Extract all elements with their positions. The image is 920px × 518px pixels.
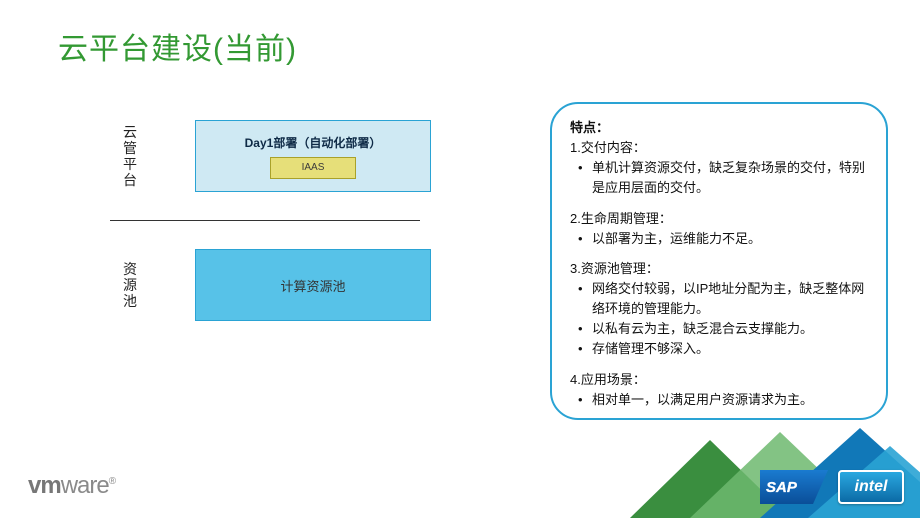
day1-deploy-box: Day1部署（自动化部署） IAAS bbox=[195, 120, 431, 192]
list-item: 以部署为主，运维能力不足。 bbox=[570, 229, 872, 249]
separator-line bbox=[110, 220, 420, 221]
list-item: 相对单一，以满足用户资源请求为主。 bbox=[570, 390, 872, 410]
resource-pool-row: 资源池 计算资源池 bbox=[120, 249, 460, 321]
features-heading: 特点： bbox=[570, 118, 872, 138]
sec3-title: 3.资源池管理： bbox=[570, 259, 872, 279]
features-panel: 特点： 1.交付内容： 单机计算资源交付，缺乏复杂场景的交付，特别是应用层面的交… bbox=[550, 102, 888, 420]
sec2-list: 以部署为主，运维能力不足。 bbox=[570, 229, 872, 249]
sec1-list: 单机计算资源交付，缺乏复杂场景的交付，特别是应用层面的交付。 bbox=[570, 158, 872, 198]
cloud-mgmt-row: 云管平台 Day1部署（自动化部署） IAAS bbox=[120, 120, 460, 192]
slide: { "title": "云平台建设(当前)", "diagram": { "se… bbox=[0, 0, 920, 518]
vmware-logo: vmware® bbox=[28, 472, 115, 500]
intel-logo: intel bbox=[838, 470, 904, 504]
page-title: 云平台建设(当前) bbox=[58, 24, 297, 68]
compute-pool-box: 计算资源池 bbox=[195, 249, 431, 321]
sec4-title: 4.应用场景： bbox=[570, 370, 872, 390]
list-item: 存储管理不够深入。 bbox=[570, 339, 872, 359]
iaas-box: IAAS bbox=[270, 157, 356, 179]
sec2-title: 2.生命周期管理： bbox=[570, 209, 872, 229]
day1-deploy-title: Day1部署（自动化部署） bbox=[245, 134, 382, 151]
cloud-mgmt-label: 云管平台 bbox=[120, 124, 140, 188]
sec4-list: 相对单一，以满足用户资源请求为主。 bbox=[570, 390, 872, 410]
architecture-diagram: 云管平台 Day1部署（自动化部署） IAAS 资源池 计算资源池 bbox=[120, 120, 460, 321]
sec3-list: 网络交付较弱，以IP地址分配为主，缺乏整体网络环境的管理能力。 以私有云为主，缺… bbox=[570, 279, 872, 360]
resource-pool-label: 资源池 bbox=[120, 261, 140, 309]
list-item: 单机计算资源交付，缺乏复杂场景的交付，特别是应用层面的交付。 bbox=[570, 158, 872, 198]
list-item: 以私有云为主，缺乏混合云支撑能力。 bbox=[570, 319, 872, 339]
list-item: 网络交付较弱，以IP地址分配为主，缺乏整体网络环境的管理能力。 bbox=[570, 279, 872, 319]
sec1-title: 1.交付内容： bbox=[570, 138, 872, 158]
